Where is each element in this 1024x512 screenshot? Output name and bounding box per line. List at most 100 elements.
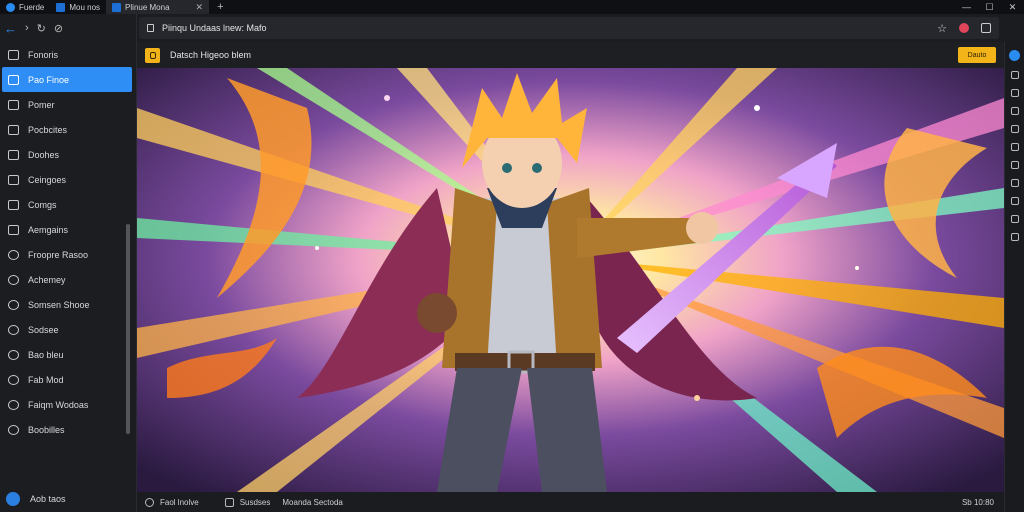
rail-icon-9[interactable] — [1010, 215, 1019, 223]
sidebar-item-10[interactable]: Achemey — [0, 267, 124, 292]
close-window-button[interactable]: ✕ — [1001, 0, 1024, 14]
pen-icon — [8, 224, 19, 235]
document-icon — [8, 124, 19, 135]
sidebar-item-label: Boobilles — [28, 424, 65, 435]
sidebar-item-16[interactable]: Boobilles — [0, 417, 124, 442]
sidebar-item-label: Fab Mod — [28, 374, 64, 385]
home-icon — [8, 99, 19, 110]
sidebar-item-label: Pomer — [28, 99, 55, 110]
nav-buttons: ← › ↻ ⊘ — [0, 14, 136, 42]
new-tab-button[interactable]: + — [209, 1, 231, 13]
status-bar: Faol lnolve Susdses Moanda Sectoda Sb 10… — [137, 492, 1004, 512]
sidebar-item-11[interactable]: Somsen Shooe — [0, 292, 124, 317]
page-header: Datsch Higeoo blem Dauto — [137, 42, 1004, 68]
sidebar-item-14[interactable]: Fab Mod — [0, 367, 124, 392]
tab-bar: Fuerde Mou nos Plinue Mona ✕ + — ☐ ✕ — [0, 0, 1024, 14]
sidebar-item-9[interactable]: Froopre Rasoo — [0, 242, 124, 267]
list-icon — [8, 424, 19, 435]
globe-icon — [8, 49, 19, 60]
sidebar-item-4[interactable]: Pocbcites — [0, 117, 124, 142]
avatar — [6, 492, 20, 506]
profile[interactable]: Aob taos — [6, 492, 66, 506]
right-rail — [1004, 42, 1024, 512]
sidebar-item-2[interactable]: Pao Finoe — [2, 67, 132, 92]
sidebar-item-label: Faiqm Wodoas — [28, 399, 89, 410]
sidebar-item-15[interactable]: Faiqm Wodoas — [0, 392, 124, 417]
rail-icon-1[interactable] — [1010, 71, 1019, 79]
anime-hero-illustration — [137, 68, 1004, 492]
rail-icon-6[interactable] — [1010, 161, 1019, 169]
url-text: Piinqu Undaas lnew: Mafo — [162, 23, 267, 33]
sidebar-item-label: Pao Finoe — [28, 74, 70, 85]
hero-image — [137, 68, 1004, 492]
stop-icon[interactable]: ⊘ — [54, 22, 63, 35]
sidebar-item-label: Sodsee — [28, 324, 59, 335]
browser-icon — [6, 2, 15, 12]
zoom-level[interactable]: Sb 10:80 — [962, 498, 994, 507]
tab-3-active[interactable]: Plinue Mona ✕ — [106, 0, 210, 14]
sidebar-item-6[interactable]: Ceingoes — [0, 167, 124, 192]
url-field[interactable]: Piinqu Undaas lnew: Mafo ☆ — [139, 17, 999, 39]
bookmark-icon — [8, 299, 19, 310]
collections-icon[interactable] — [981, 23, 991, 33]
sidebar: ← › ↻ ⊘ Fonoris Pao Finoe Pomer Pocbcites Do… — [0, 14, 137, 512]
sidebar-item-1[interactable]: Fonoris — [0, 42, 124, 67]
sidebar-item-label: Somsen Shooe — [28, 299, 90, 310]
sidebar-item-8[interactable]: Aemgains — [0, 217, 124, 242]
address-actions: ☆ — [937, 22, 999, 35]
site-icon — [112, 2, 122, 12]
sidebar-item-label: Bao bleu — [28, 349, 64, 360]
rail-icon-10[interactable] — [1010, 233, 1019, 241]
sidebar-item-7[interactable]: Comgs — [0, 192, 124, 217]
sidebar-item-label: Froopre Rasoo — [28, 249, 89, 260]
rail-icon-4[interactable] — [1010, 125, 1019, 133]
sidebar-item-13[interactable]: Bao bleu — [0, 342, 124, 367]
rail-icon-3[interactable] — [1010, 107, 1019, 115]
calendar-icon — [8, 149, 19, 160]
address-bar: Piinqu Undaas lnew: Mafo ☆ — [137, 14, 1004, 42]
copilot-icon[interactable] — [1009, 50, 1020, 61]
maximize-button[interactable]: ☐ — [978, 0, 1001, 14]
minimize-button[interactable]: — — [955, 0, 978, 14]
rail-icon-2[interactable] — [1010, 89, 1019, 97]
close-tab-icon[interactable]: ✕ — [196, 2, 204, 13]
grid-icon — [8, 174, 19, 185]
sidebar-list: Fonoris Pao Finoe Pomer Pocbcites Doohes Cein… — [0, 42, 136, 442]
note-icon — [8, 399, 19, 410]
sidebar-item-label: Comgs — [28, 199, 57, 210]
status-item-2[interactable]: Susdses — [240, 498, 271, 507]
sidebar-item-label: Fonoris — [28, 49, 59, 60]
tab-1[interactable]: Fuerde — [0, 0, 50, 14]
site-icon — [56, 2, 66, 12]
back-arrow-icon[interactable]: ← — [4, 21, 17, 36]
folder-icon — [8, 74, 19, 85]
forward-arrow-icon[interactable]: › — [25, 22, 29, 34]
tab-label: Plinue Mona — [125, 2, 170, 12]
extension-icon[interactable] — [959, 23, 969, 33]
rail-icon-7[interactable] — [1010, 179, 1019, 187]
sidebar-item-label: Doohes — [28, 149, 60, 160]
tag-icon — [8, 374, 19, 385]
profile-label: Aob taos — [30, 494, 66, 504]
rail-icon-5[interactable] — [1010, 143, 1019, 151]
sidebar-item-12[interactable]: Sodsee — [0, 317, 124, 342]
site-logo-icon[interactable] — [145, 47, 160, 63]
status-item-3[interactable]: Moanda Sectoda — [282, 498, 343, 507]
sidebar-item-5[interactable]: Doohes — [0, 142, 124, 167]
tab-label: Mou nos — [69, 2, 101, 12]
status-globe-icon — [145, 497, 154, 507]
lock-icon — [147, 24, 154, 32]
sidebar-item-3[interactable]: Pomer — [0, 92, 124, 117]
star-icon[interactable]: ☆ — [937, 22, 947, 35]
sidebar-scrollbar[interactable] — [126, 224, 130, 434]
cta-button[interactable]: Dauto — [958, 47, 996, 63]
download-icon — [8, 349, 19, 360]
refresh-icon[interactable]: ↻ — [37, 22, 46, 35]
status-item-1[interactable]: Faol lnolve — [160, 498, 199, 507]
rail-icon-8[interactable] — [1010, 197, 1019, 205]
chart-icon — [8, 274, 19, 285]
tab-2[interactable]: Mou nos — [50, 0, 106, 14]
sidebar-item-label: Pocbcites — [28, 124, 68, 135]
monitor-icon — [8, 199, 19, 210]
tab-label: Fuerde — [19, 2, 45, 12]
